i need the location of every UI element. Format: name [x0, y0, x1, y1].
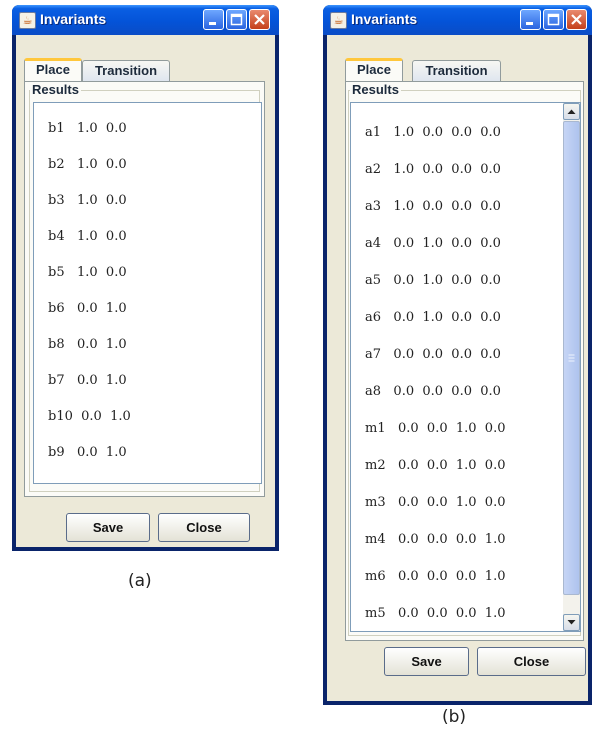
maximize-icon [230, 13, 243, 26]
list-item: a8 0.0 0.0 0.0 0.0 [365, 384, 501, 399]
close-icon [571, 14, 582, 25]
close-button[interactable]: Close [158, 513, 250, 542]
maximize-button[interactable] [543, 9, 564, 30]
title-bar[interactable]: ☕ Invariants [323, 5, 592, 35]
results-label: Results [350, 82, 401, 97]
list-item: b8 0.0 1.0 [48, 337, 127, 352]
maximize-button[interactable] [226, 9, 247, 30]
invariants-window-b: ☕ Invariants Place Transition Results a1… [323, 5, 592, 705]
invariants-window-a: ☕ Invariants Place Transition Results b1… [12, 5, 279, 551]
minimize-button[interactable] [203, 9, 224, 30]
list-item: m6 0.0 0.0 0.0 1.0 [365, 569, 506, 584]
tab-panel: Results a1 1.0 0.0 0.0 0.0 a2 1.0 0.0 0.… [345, 81, 584, 641]
list-item: m3 0.0 0.0 1.0 0.0 [365, 495, 506, 510]
list-item: m5 0.0 0.0 0.0 1.0 [365, 606, 506, 621]
list-item: m4 0.0 0.0 0.0 1.0 [365, 532, 506, 547]
arrow-up-icon [567, 109, 576, 114]
list-item: a2 1.0 0.0 0.0 0.0 [365, 162, 501, 177]
scroll-down-button[interactable] [563, 614, 580, 631]
list-item: b2 1.0 0.0 [48, 157, 127, 172]
save-button[interactable]: Save [66, 513, 150, 542]
list-item: b9 0.0 1.0 [48, 445, 127, 460]
list-item: b10 0.0 1.0 [48, 409, 131, 424]
list-item: m1 0.0 0.0 1.0 0.0 [365, 421, 506, 436]
list-item: b5 1.0 0.0 [48, 265, 127, 280]
window-client: Place Transition Results b1 1.0 0.0 b2 1… [16, 35, 275, 547]
arrow-down-icon [567, 620, 576, 625]
minimize-icon [209, 22, 216, 25]
list-item: m2 0.0 0.0 1.0 0.0 [365, 458, 506, 473]
list-item: b3 1.0 0.0 [48, 193, 127, 208]
close-button[interactable]: Close [477, 647, 586, 676]
close-window-button[interactable] [249, 9, 270, 30]
close-icon [254, 14, 265, 25]
window-client: Place Transition Results a1 1.0 0.0 0.0 … [327, 35, 588, 701]
minimize-icon [526, 22, 533, 25]
results-list[interactable]: a1 1.0 0.0 0.0 0.0 a2 1.0 0.0 0.0 0.0 a3… [350, 102, 581, 632]
scrollbar-thumb[interactable] [563, 121, 580, 595]
list-item: a3 1.0 0.0 0.0 0.0 [365, 199, 501, 214]
tab-transition[interactable]: Transition [82, 60, 170, 81]
minimize-button[interactable] [520, 9, 541, 30]
title-bar[interactable]: ☕ Invariants [12, 5, 279, 35]
list-item: a5 0.0 1.0 0.0 0.0 [365, 273, 501, 288]
scroll-up-button[interactable] [563, 103, 580, 120]
window-title: Invariants [351, 11, 418, 27]
results-label: Results [30, 82, 81, 97]
results-list[interactable]: b1 1.0 0.0 b2 1.0 0.0 b3 1.0 0.0 b4 1.0 … [33, 102, 262, 484]
close-window-button[interactable] [566, 9, 587, 30]
java-cup-icon: ☕ [19, 12, 36, 29]
tab-panel: Results b1 1.0 0.0 b2 1.0 0.0 b3 1.0 0.0… [24, 81, 265, 497]
grip-icon [568, 354, 575, 362]
list-item: a1 1.0 0.0 0.0 0.0 [365, 125, 501, 140]
save-button[interactable]: Save [384, 647, 469, 676]
caption-b: (b) [442, 707, 467, 727]
java-cup-icon: ☕ [330, 12, 347, 29]
tab-place[interactable]: Place [345, 58, 403, 82]
list-item: a6 0.0 1.0 0.0 0.0 [365, 310, 501, 325]
caption-a: (a) [128, 571, 152, 591]
list-item: a7 0.0 0.0 0.0 0.0 [365, 347, 501, 362]
tab-place[interactable]: Place [24, 58, 82, 82]
vertical-scrollbar[interactable] [563, 103, 580, 631]
list-item: b7 0.0 1.0 [48, 373, 127, 388]
list-item: b4 1.0 0.0 [48, 229, 127, 244]
list-item: b6 0.0 1.0 [48, 301, 127, 316]
maximize-icon [547, 13, 560, 26]
window-title: Invariants [40, 11, 107, 27]
tab-transition[interactable]: Transition [412, 60, 501, 81]
list-item: a4 0.0 1.0 0.0 0.0 [365, 236, 501, 251]
list-item: b1 1.0 0.0 [48, 121, 127, 136]
